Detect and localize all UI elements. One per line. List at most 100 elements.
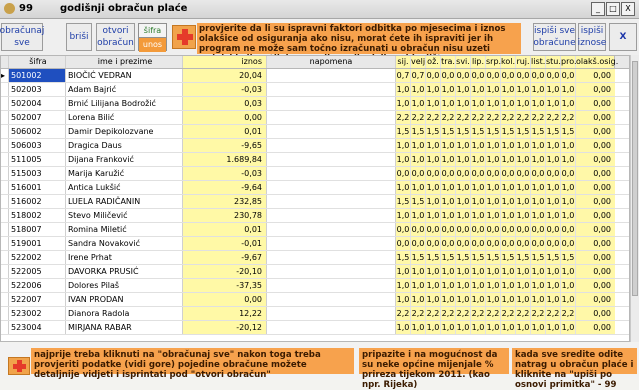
cell-month-factor[interactable]: 1,0 <box>531 293 546 306</box>
cell-month-factor[interactable]: 1,0 <box>516 265 531 278</box>
cell-olaksica[interactable]: 0,00 <box>576 83 615 96</box>
cell-month-factor[interactable]: 0,0 <box>441 237 456 250</box>
cell-note[interactable] <box>267 69 396 82</box>
cell-month-factor[interactable]: 1,0 <box>441 181 456 194</box>
cell-sifra[interactable]: 516001 <box>9 181 66 194</box>
table-row[interactable]: 523004 MIRJANA RABAR -20,12 1,0 1,0 1,0 1,0 1,0… <box>1 321 629 335</box>
table-row[interactable]: 522002 Irene Prhat -9,67 1,5 1,5 1,5 1,5 1,5 1,5… <box>1 251 629 265</box>
cell-month-factor[interactable]: 1,0 <box>441 265 456 278</box>
cell-sifra[interactable]: 518007 <box>9 223 66 236</box>
cell-name[interactable]: DAVORKA PRUSIĆ <box>66 265 183 278</box>
cell-month-factor[interactable]: 0,0 <box>531 167 546 180</box>
cell-month-factor[interactable]: 1,5 <box>501 125 516 138</box>
cell-note[interactable] <box>267 125 396 138</box>
cell-month-factor[interactable]: 1,0 <box>516 153 531 166</box>
cell-month-factor[interactable]: 2,2 <box>516 111 531 124</box>
cell-month-factor[interactable]: 1,0 <box>531 181 546 194</box>
cell-olaksica[interactable]: 0,00 <box>576 125 615 138</box>
cell-month-factor[interactable]: 1,0 <box>411 153 426 166</box>
cell-month-factor[interactable]: 1,0 <box>516 97 531 110</box>
cell-name[interactable]: Brnić Lilijana Bodrožić <box>66 97 183 110</box>
cell-month-factor[interactable]: 1,5 <box>441 251 456 264</box>
cell-month-factor[interactable]: 1,0 <box>546 293 561 306</box>
cell-month-factor[interactable]: 2,2 <box>456 111 471 124</box>
cell-month-factor[interactable]: 1,0 <box>546 153 561 166</box>
cell-month-factor[interactable]: 1,0 <box>456 321 471 334</box>
cell-month-factor[interactable]: 1,0 <box>531 83 546 96</box>
cell-amount[interactable]: -9,64 <box>183 181 267 194</box>
cell-month-factor[interactable]: 1,0 <box>531 265 546 278</box>
cell-amount[interactable]: -37,35 <box>183 279 267 292</box>
cell-month-factor[interactable]: 0,0 <box>486 237 501 250</box>
header-month[interactable]: tra. <box>441 56 456 68</box>
cell-month-factor[interactable]: 1,0 <box>456 195 471 208</box>
table-row[interactable]: 502007 Lorena Bilić 0,00 2,2 2,2 2,2 2,2 2,2 2,2… <box>1 111 629 125</box>
cell-month-factor[interactable]: 1,0 <box>486 83 501 96</box>
cell-month-factor[interactable]: 0,0 <box>456 237 471 250</box>
cell-sifra[interactable]: 522002 <box>9 251 66 264</box>
cell-month-factor[interactable]: 1,0 <box>501 265 516 278</box>
header-month[interactable]: stu. <box>546 56 561 68</box>
cell-month-factor[interactable]: 1,0 <box>561 195 576 208</box>
cell-month-factor[interactable]: 1,5 <box>486 125 501 138</box>
header-month[interactable]: svi. <box>456 56 471 68</box>
cell-amount[interactable]: 232,85 <box>183 195 267 208</box>
header-note[interactable]: napomena <box>267 56 396 68</box>
cell-sifra[interactable]: 502004 <box>9 97 66 110</box>
cell-name[interactable]: Romina Miletić <box>66 223 183 236</box>
open-calculation-button[interactable]: otvori obračun <box>96 23 135 51</box>
cell-month-factor[interactable]: 0,0 <box>456 167 471 180</box>
cell-month-factor[interactable]: 1,0 <box>471 97 486 110</box>
cell-month-factor[interactable]: 1,0 <box>471 153 486 166</box>
cell-month-factor[interactable]: 1,0 <box>516 139 531 152</box>
cell-month-factor[interactable]: 2,2 <box>531 111 546 124</box>
cell-amount[interactable]: -9,67 <box>183 251 267 264</box>
cell-note[interactable] <box>267 321 396 334</box>
cell-month-factor[interactable]: 0,0 <box>411 237 426 250</box>
cell-month-factor[interactable]: 1,0 <box>486 153 501 166</box>
cell-olaksica[interactable]: 0,00 <box>576 111 615 124</box>
cell-name[interactable]: Sandra Novaković <box>66 237 183 250</box>
cell-month-factor[interactable]: 1,0 <box>486 195 501 208</box>
cell-month-factor[interactable]: 1,5 <box>561 125 576 138</box>
cell-note[interactable] <box>267 97 396 110</box>
cell-month-factor[interactable]: 0,0 <box>546 69 561 82</box>
vertical-scrollbar[interactable] <box>630 55 639 342</box>
cell-month-factor[interactable]: 1,0 <box>516 293 531 306</box>
scroll-thumb[interactable] <box>632 61 638 296</box>
cell-month-factor[interactable]: 1,0 <box>426 265 441 278</box>
cell-month-factor[interactable]: 2,2 <box>546 111 561 124</box>
table-row[interactable]: 502004 Brnić Lilijana Bodrožić 0,03 1,0 1,0 1… <box>1 97 629 111</box>
cell-month-factor[interactable]: 1,0 <box>441 279 456 292</box>
cell-sifra[interactable]: 518002 <box>9 209 66 222</box>
cell-name[interactable]: Marija Karužić <box>66 167 183 180</box>
cell-month-factor[interactable]: 0,0 <box>561 69 576 82</box>
cell-note[interactable] <box>267 279 396 292</box>
cell-name[interactable]: Dijana Franković <box>66 153 183 166</box>
cell-month-factor[interactable]: 0,0 <box>501 167 516 180</box>
cell-month-factor[interactable]: 0,0 <box>486 223 501 236</box>
cell-month-factor[interactable]: 1,0 <box>486 181 501 194</box>
cell-olaksica[interactable]: 0,00 <box>576 251 615 264</box>
cell-month-factor[interactable]: 1,0 <box>426 139 441 152</box>
header-month[interactable]: srp. <box>486 56 501 68</box>
cell-month-factor[interactable]: 1,0 <box>411 293 426 306</box>
cell-month-factor[interactable]: 0,0 <box>501 237 516 250</box>
cell-note[interactable] <box>267 153 396 166</box>
cell-month-factor[interactable]: 0,0 <box>546 237 561 250</box>
table-row[interactable]: 515003 Marija Karužić -0,03 0,0 0,0 0,0 0,0 0,0… <box>1 167 629 181</box>
cell-month-factor[interactable]: 0,0 <box>396 223 411 236</box>
cell-month-factor[interactable]: 2,2 <box>396 111 411 124</box>
close-button[interactable]: X <box>609 23 637 51</box>
cell-month-factor[interactable]: 1,0 <box>531 139 546 152</box>
cell-sifra[interactable]: 523002 <box>9 307 66 320</box>
cell-month-factor[interactable]: 1,0 <box>561 209 576 222</box>
cell-name[interactable]: Damir Depikolozvane <box>66 125 183 138</box>
cell-month-factor[interactable]: 1,0 <box>471 321 486 334</box>
cell-month-factor[interactable]: 1,0 <box>396 321 411 334</box>
cell-month-factor[interactable]: 1,0 <box>441 195 456 208</box>
cell-month-factor[interactable]: 1,5 <box>531 251 546 264</box>
cell-note[interactable] <box>267 251 396 264</box>
sifra-unos-toggle[interactable]: šifra unos <box>138 23 167 52</box>
cell-month-factor[interactable]: 1,0 <box>501 279 516 292</box>
